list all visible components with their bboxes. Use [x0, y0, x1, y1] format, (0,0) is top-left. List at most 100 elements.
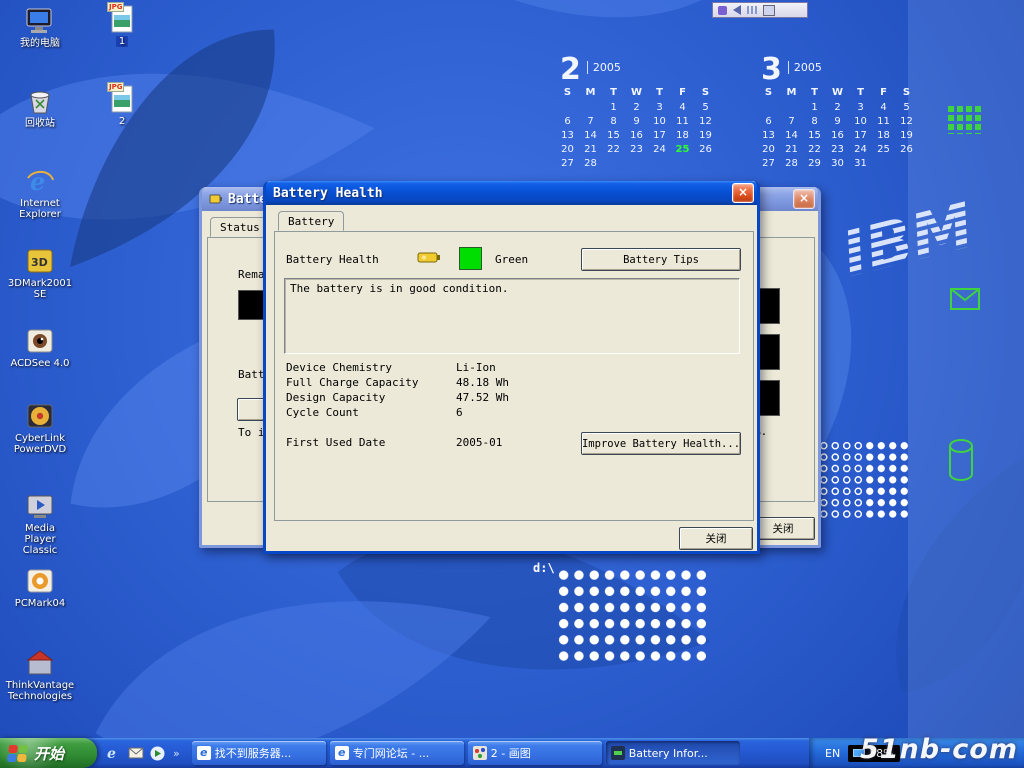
calendar-day: 10	[648, 116, 671, 130]
to-label: To i	[238, 426, 265, 439]
titlebar[interactable]: Battery Health ×	[266, 181, 757, 205]
calendar-day: 8	[803, 116, 826, 130]
calendar-day: 8	[602, 116, 625, 130]
calendar-year: 2005	[788, 61, 822, 74]
desktop-file-jpg-2[interactable]: JPG 2	[96, 84, 148, 127]
window-title: Battery Health	[273, 186, 732, 201]
3dmark-icon: 3D	[26, 246, 54, 276]
start-label: 开始	[34, 743, 64, 764]
osd-indicator-icon	[718, 6, 727, 15]
powerdvd-icon	[26, 401, 54, 431]
ie-icon: e	[26, 166, 54, 196]
desktop-icon-my-computer[interactable]: 我的电脑	[8, 6, 72, 49]
desktop-icon-thinkvantage[interactable]: ThinkVantage Technologies	[8, 648, 72, 702]
calendar-year: 2005	[587, 61, 621, 74]
calendar-day: 23	[625, 144, 648, 158]
calendar-day: 9	[625, 116, 648, 130]
paint-icon	[473, 746, 487, 760]
calendar-day: 13	[757, 130, 780, 144]
mail-quicklaunch-icon[interactable]	[127, 745, 144, 762]
calendar-day-header: S	[694, 87, 717, 102]
osd-toolbar[interactable]	[712, 2, 808, 18]
calendar-day: 13	[556, 130, 579, 144]
ie-icon: e	[335, 746, 349, 760]
icon-label: 2	[119, 116, 125, 127]
calendar-day	[757, 102, 780, 116]
icon-label: 3DMark2001 SE	[8, 278, 72, 300]
computer-icon	[25, 6, 55, 36]
task-label: 2 - 画图	[491, 745, 531, 761]
calendar-day: 7	[780, 116, 803, 130]
calendar-day: 3	[849, 102, 872, 116]
icon-label: CyberLink PowerDVD	[8, 433, 72, 455]
taskbar-button-battery-information[interactable]: Battery Infor...	[606, 741, 740, 765]
language-indicator[interactable]: EN	[825, 747, 840, 760]
close-dialog-button[interactable]: 关闭	[679, 527, 753, 550]
calendar-day-header: S	[895, 87, 918, 102]
calendar-day: 26	[895, 144, 918, 158]
calendar-day: 21	[579, 144, 602, 158]
calendar-day	[602, 158, 625, 172]
cylinder-icon	[948, 438, 974, 486]
desktop-icon-media-player-classic[interactable]: Media Player Classic	[8, 491, 72, 556]
battery-icon	[417, 250, 441, 267]
desktop-icon-3dmark2001[interactable]: 3D 3DMark2001 SE	[8, 246, 72, 300]
icon-label: PCMark04	[15, 598, 65, 609]
desktop-icon-internet-explorer[interactable]: e Internet Explorer	[8, 166, 72, 220]
icon-label: 1	[116, 36, 128, 47]
calendar-day: 15	[602, 130, 625, 144]
field-label: Cycle Count	[286, 406, 359, 419]
calendar-day: 10	[849, 116, 872, 130]
desktop-icon-recycle-bin[interactable]: 回收站	[8, 86, 72, 129]
improve-battery-health-button[interactable]: Improve Battery Health...	[581, 432, 741, 455]
desktop-file-jpg-1[interactable]: JPG 1	[96, 4, 148, 47]
calendar-day-header: T	[602, 87, 625, 102]
calendar-day: 30	[826, 158, 849, 172]
calendar-february: 2 2005 SMTWTFS12345678910111213141516171…	[556, 56, 724, 172]
desktop-icon-powerdvd[interactable]: CyberLink PowerDVD	[8, 401, 72, 455]
envelope-icon	[950, 288, 980, 314]
calendar-day	[895, 158, 918, 172]
calendar-march: 3 2005 SMTWTFS12345678910111213141516171…	[757, 56, 925, 172]
calendar-day: 4	[872, 102, 895, 116]
taskbar-button-forum-page[interactable]: e 专门网论坛 - ...	[330, 741, 464, 765]
battery-health-window: Battery Health × Battery Battery Health …	[263, 181, 760, 554]
calendar-day: 1	[602, 102, 625, 116]
calendar-day: 28	[780, 158, 803, 172]
watermark: 51nb-com	[860, 734, 1018, 765]
tab-status[interactable]: Status	[210, 217, 270, 237]
calendar-grid: SMTWTFS123456789101112131415161718192021…	[556, 87, 724, 172]
start-button[interactable]: 开始	[0, 738, 97, 768]
quicklaunch-overflow-chevron[interactable]: »	[171, 747, 182, 760]
svg-text:e: e	[107, 746, 116, 761]
calendar-day: 22	[803, 144, 826, 158]
jpg-badge: JPG	[107, 2, 124, 12]
first-used-label: First Used Date	[286, 436, 385, 449]
field-value: 48.18 Wh	[456, 376, 509, 389]
calendar-day: 18	[872, 130, 895, 144]
task-label: Battery Infor...	[629, 747, 708, 760]
calendar-day: 2	[826, 102, 849, 116]
calendar-day	[648, 158, 671, 172]
tab-battery[interactable]: Battery	[278, 211, 344, 231]
close-button[interactable]: ×	[793, 189, 815, 209]
desktop-icon-pcmark04[interactable]: PCMark04	[8, 566, 72, 609]
desktop-icon-acdsee[interactable]: ACDSee 4.0	[8, 326, 72, 369]
battery-tips-button[interactable]: Battery Tips	[581, 248, 741, 271]
ie-quicklaunch-icon[interactable]: e	[105, 745, 122, 762]
taskbar-button-paint[interactable]: 2 - 画图	[468, 741, 602, 765]
media-quicklaunch-icon[interactable]	[149, 745, 166, 762]
calendar-day-header: S	[556, 87, 579, 102]
taskbar-button-server-page[interactable]: e 找不到服务器...	[192, 741, 326, 765]
calendar-day-header: M	[579, 87, 602, 102]
svg-text:IBM: IBM	[835, 188, 981, 291]
task-label: 专门网论坛 - ...	[353, 745, 429, 761]
calendar-day: 24	[648, 144, 671, 158]
calendar-day: 2	[625, 102, 648, 116]
close-dialog-button[interactable]: 关闭	[751, 517, 815, 540]
close-button[interactable]: ×	[732, 183, 754, 203]
calendar-day: 3	[648, 102, 671, 116]
calendar-day: 14	[579, 130, 602, 144]
calendar-day: 12	[694, 116, 717, 130]
calendar-day: 16	[826, 130, 849, 144]
